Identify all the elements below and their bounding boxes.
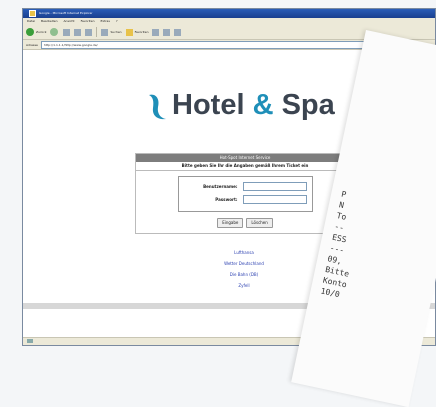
stop-icon[interactable] [63, 28, 71, 36]
password-label: Passwort: [215, 196, 238, 202]
search-button[interactable]: Suchen [101, 28, 122, 37]
username-input[interactable] [242, 181, 307, 191]
menu-help[interactable]: ? [116, 18, 118, 25]
history-icon[interactable] [152, 28, 160, 36]
menu-datei[interactable]: Datei [27, 18, 35, 25]
toolbar-separator [96, 27, 98, 37]
username-label: Benutzername: [203, 183, 238, 189]
logo-ampersand: & [252, 89, 274, 121]
panel-title: Hot-Spot Internet Service [136, 154, 354, 162]
address-label: Adresse [26, 42, 38, 47]
search-icon [101, 28, 109, 36]
panel-subtitle: Bitte geben Sie Ihr die Angaben gemäß Ih… [136, 162, 354, 171]
forward-button[interactable] [50, 28, 59, 37]
favorites-label: Favoriten [134, 30, 149, 34]
search-label: Suchen [110, 30, 122, 34]
logo-word-spa: Spa [281, 89, 335, 121]
password-row: Passwort: [184, 194, 307, 204]
page-icon [27, 339, 33, 343]
logo-word-hotel: Hotel [172, 89, 245, 121]
login-panel: Hot-Spot Internet Service Bitte geben Si… [135, 153, 355, 234]
address-input[interactable]: http://1.1.1.1/http://www.google.de/ [40, 40, 393, 49]
forward-arrow-icon [50, 28, 59, 36]
username-row: Benutzername: [184, 181, 307, 191]
menu-extras[interactable]: Extras [100, 18, 109, 25]
back-arrow-icon [26, 28, 34, 36]
hotel-logo: Hotel & Spa [146, 89, 335, 122]
back-button[interactable]: Zurück [26, 28, 46, 37]
password-input[interactable] [242, 194, 307, 204]
print-icon[interactable] [174, 28, 182, 36]
refresh-icon[interactable] [74, 28, 82, 36]
home-icon[interactable] [85, 28, 93, 36]
submit-button[interactable]: Eingabe [217, 218, 244, 228]
mail-icon[interactable] [163, 28, 171, 36]
form-buttons: Eingabe Löschen [136, 218, 354, 228]
back-label: Zurück [36, 30, 47, 34]
menu-bar: Datei Bearbeiten Ansicht Favoriten Extra… [23, 18, 435, 25]
star-icon [125, 28, 133, 36]
title-bar: Google - Microsoft Internet Explorer [23, 9, 435, 18]
favorites-button[interactable]: Favoriten [125, 28, 149, 37]
swoosh-logo-icon [149, 94, 166, 119]
login-form: Benutzername: Passwort: [177, 176, 313, 212]
menu-bearbeiten[interactable]: Bearbeiten [41, 18, 57, 25]
logo-text: Hotel & Spa [172, 89, 335, 122]
menu-favoriten[interactable]: Favoriten [81, 18, 95, 25]
reset-button[interactable]: Löschen [246, 218, 273, 228]
menu-ansicht[interactable]: Ansicht [64, 18, 75, 25]
ie-icon [29, 10, 36, 17]
window-title: Google - Microsoft Internet Explorer [39, 11, 93, 15]
